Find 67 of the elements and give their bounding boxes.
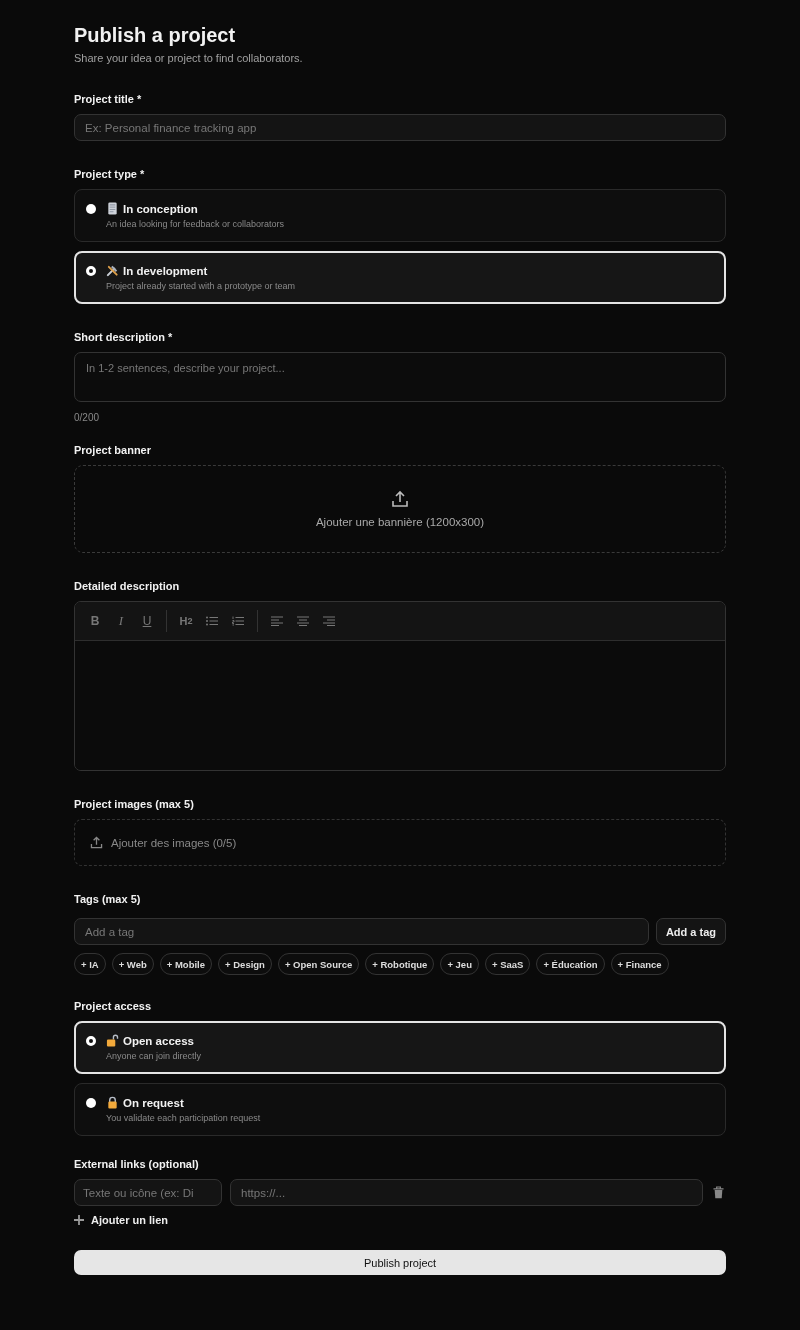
align-right-icon [323,616,335,626]
tag-suggestion[interactable]: + Finance [610,953,669,975]
field-label: Project type * [74,168,145,180]
tag-suggestion[interactable]: + SaaS [484,953,531,975]
upload-icon [391,490,409,508]
tag-suggestion[interactable]: + Mobile [159,953,213,975]
upload-prompt: Ajouter des images (0/5) [111,836,237,849]
publish-button[interactable]: Publish project [74,1250,726,1275]
field-label: Detailed description [74,580,180,592]
option-description: An idea looking for feedback or collaborators [106,219,285,229]
tag-suggestion[interactable]: + Jeu [440,953,479,975]
tag-suggestion[interactable]: + Robotique [365,953,435,975]
upload-prompt: Ajouter une bannière (1200x300) [315,516,485,528]
italic-button[interactable]: I [111,611,131,631]
tag-suggestion[interactable]: + Éducation [536,953,605,975]
field-label: Project banner [74,444,152,456]
bold-button[interactable]: B [85,611,105,631]
link-url-field[interactable]: https://... [230,1179,703,1206]
field-label: Project title * [74,93,142,105]
tag-suggestion[interactable]: + Web [111,953,154,975]
option-card[interactable]: On request You validate each participation request [74,1083,726,1136]
field-label: Project images (max 5) [74,798,194,810]
images-upload-area[interactable]: Ajouter des images (0/5) [74,819,726,866]
lock-icon [106,1096,119,1109]
option-description: Anyone can join directly [106,1051,202,1061]
tag-suggestion[interactable]: + Design [218,953,272,975]
field-label: Short description * [74,331,173,343]
project-title-field[interactable]: Ex: Personal finance tracking app [74,114,726,141]
field-label: Project access [74,1000,152,1012]
add-tag-button[interactable]: Add a tag [655,918,726,945]
tools-icon [106,264,119,277]
underline-button[interactable]: U [137,611,157,631]
field-label: Tags (max 5) [74,893,141,905]
bullet-list-icon [206,616,218,626]
option-card[interactable]: In conception An idea looking for feedback or collaborators [74,189,726,242]
radio-button[interactable] [86,204,96,214]
option-title: In conception [123,202,198,215]
option-title: On request [123,1096,184,1109]
add-link-button[interactable]: Ajouter un lien [74,1214,168,1226]
character-counter: 0/200 [74,412,100,423]
radio-button[interactable] [86,1036,96,1046]
field-label: External links (optional) [74,1158,199,1170]
plus-icon [74,1215,84,1225]
trash-icon [713,1186,724,1199]
option-description: You validate each participation request [106,1113,261,1123]
delete-button[interactable] [711,1186,726,1199]
short-description-field[interactable]: In 1-2 sentences, describe your project... [74,352,726,402]
option-card[interactable]: Open access Anyone can join directly [74,1021,726,1074]
option-title: In development [123,264,208,277]
upload-icon [90,836,103,849]
open-lock-icon [106,1034,119,1047]
banner-upload-area[interactable]: Ajouter une bannière (1200x300) [74,465,726,553]
notepad-icon [106,202,119,215]
align-left-icon [271,616,283,626]
page-title: Publish a project [74,23,236,48]
option-card[interactable]: In development Project already started with a prototype or team [74,251,726,304]
option-title: Open access [123,1034,194,1047]
tag-suggestion[interactable]: + Open Source [277,953,360,975]
tag-suggestion[interactable]: + IA [74,953,106,975]
option-description: Project already started with a prototype or team [106,281,296,291]
link-text-field[interactable]: Texte ou icône (ex: Di [74,1179,222,1206]
radio-button[interactable] [86,1098,96,1108]
tag-field[interactable]: Add a tag [74,918,649,945]
radio-button[interactable] [86,266,96,276]
page-subtitle: Share your idea or project to find collaborators. [74,52,303,64]
align-center-icon [297,616,309,626]
numbered-list-icon [232,616,244,626]
